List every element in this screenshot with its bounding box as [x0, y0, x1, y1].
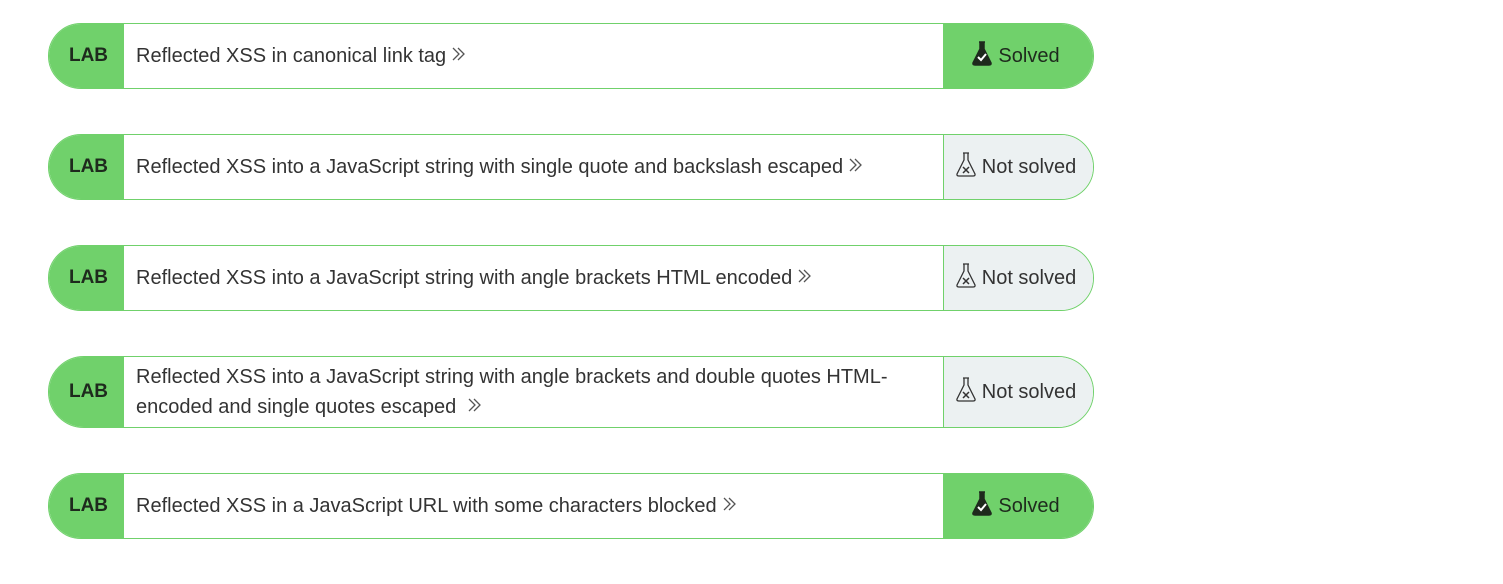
double-chevron-right-icon	[723, 491, 737, 521]
flask-solved-icon	[971, 490, 993, 522]
lab-list: LAB Reflected XSS in canonical link tag …	[48, 23, 1094, 584]
lab-status-not-solved: Not solved	[943, 357, 1093, 427]
lab-badge: LAB	[49, 135, 124, 199]
lab-row[interactable]: LAB Reflected XSS in a JavaScript URL wi…	[48, 473, 1094, 539]
flask-not-solved-icon	[955, 376, 977, 408]
lab-row[interactable]: LAB Reflected XSS into a JavaScript stri…	[48, 245, 1094, 311]
lab-badge: LAB	[49, 357, 124, 427]
lab-title-link[interactable]: Reflected XSS into a JavaScript string w…	[124, 357, 943, 427]
lab-badge: LAB	[49, 474, 124, 538]
lab-title-text: Reflected XSS into a JavaScript string w…	[136, 267, 793, 289]
lab-status-label: Not solved	[981, 155, 1077, 178]
lab-title-text: Reflected XSS into a JavaScript string w…	[136, 156, 844, 178]
lab-status-not-solved: Not solved	[943, 246, 1093, 310]
lab-title-link[interactable]: Reflected XSS in a JavaScript URL with s…	[124, 474, 943, 538]
lab-title-link[interactable]: Reflected XSS in canonical link tag	[124, 24, 943, 88]
lab-status-label: Solved	[998, 494, 1060, 517]
lab-badge: LAB	[49, 246, 124, 310]
flask-not-solved-icon	[955, 262, 977, 294]
double-chevron-right-icon	[849, 152, 863, 182]
lab-row[interactable]: LAB Reflected XSS into a JavaScript stri…	[48, 134, 1094, 200]
lab-title-link[interactable]: Reflected XSS into a JavaScript string w…	[124, 135, 943, 199]
flask-not-solved-icon	[955, 151, 977, 183]
double-chevron-right-icon	[468, 392, 482, 422]
flask-solved-icon	[971, 40, 993, 72]
lab-title-link[interactable]: Reflected XSS into a JavaScript string w…	[124, 246, 943, 310]
lab-title-text: Reflected XSS in a JavaScript URL with s…	[136, 495, 717, 517]
lab-status-label: Not solved	[981, 266, 1077, 289]
lab-status-label: Solved	[998, 44, 1060, 67]
double-chevron-right-icon	[798, 263, 812, 293]
lab-row[interactable]: LAB Reflected XSS into a JavaScript stri…	[48, 356, 1094, 428]
double-chevron-right-icon	[452, 41, 466, 71]
lab-badge: LAB	[49, 24, 124, 88]
lab-title-text: Reflected XSS in canonical link tag	[136, 45, 447, 67]
lab-row[interactable]: LAB Reflected XSS in canonical link tag …	[48, 23, 1094, 89]
lab-status-label: Not solved	[981, 380, 1077, 403]
lab-status-solved: Solved	[943, 474, 1093, 538]
lab-status-not-solved: Not solved	[943, 135, 1093, 199]
lab-status-solved: Solved	[943, 24, 1093, 88]
lab-title-text: Reflected XSS into a JavaScript string w…	[136, 365, 888, 418]
